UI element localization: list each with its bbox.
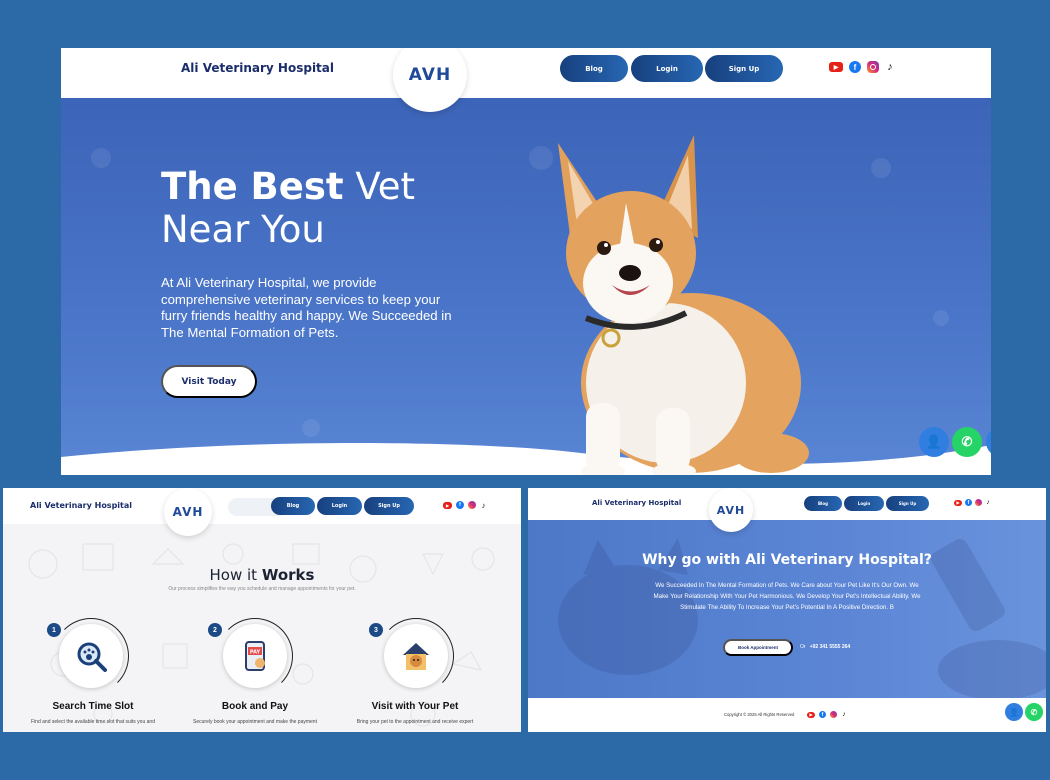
logo-text: AVH bbox=[716, 503, 746, 517]
step-title: Book and Pay bbox=[221, 701, 289, 712]
signup-button[interactable]: Sign Up bbox=[705, 55, 783, 82]
signup-button[interactable]: Sign Up bbox=[364, 497, 414, 515]
whatsapp-float-button[interactable]: ✆ bbox=[952, 427, 982, 457]
works-title: How it Works bbox=[3, 566, 521, 584]
footer-social-links: ▶ f ♪ bbox=[807, 711, 847, 718]
youtube-icon[interactable]: ▶ bbox=[954, 499, 962, 506]
step-number: 2 bbox=[208, 623, 222, 637]
logo-text: AVH bbox=[408, 65, 452, 85]
hero-title-light-2: Near You bbox=[161, 208, 325, 251]
social-links: ▶ f ♪ bbox=[954, 499, 991, 506]
works-subtitle: Our process simplifies the way you sched… bbox=[168, 586, 356, 592]
youtube-icon[interactable]: ▶ bbox=[443, 501, 452, 509]
why-description: We Succeeded In The Mental Formation of … bbox=[653, 582, 921, 611]
step-title: Visit with Your Pet bbox=[371, 701, 459, 712]
login-button[interactable]: Login bbox=[317, 497, 362, 515]
login-button[interactable]: Login bbox=[631, 55, 703, 82]
or-label: Or bbox=[800, 644, 806, 650]
contact-phone: Or +92 341 5555 264 bbox=[800, 644, 850, 650]
signup-button[interactable]: Sign Up bbox=[886, 496, 929, 511]
facebook-icon[interactable]: f bbox=[849, 61, 861, 73]
add-user-float-button[interactable]: 👤 bbox=[1005, 703, 1023, 721]
brand-name[interactable]: Ali Veterinary Hospital bbox=[181, 61, 334, 75]
pay-phone-icon: PAY bbox=[245, 641, 265, 671]
login-button[interactable]: Login bbox=[844, 496, 884, 511]
social-links: ▶ f ♪ bbox=[829, 61, 895, 73]
step-title: Search Time Slot bbox=[52, 701, 134, 712]
youtube-icon[interactable]: ▶ bbox=[829, 62, 843, 72]
blog-button[interactable]: Blog bbox=[804, 496, 842, 511]
visit-today-button[interactable]: Visit Today bbox=[161, 365, 257, 398]
works-title-bold: Works bbox=[261, 566, 315, 584]
step-description: Find and select the available time slot … bbox=[31, 719, 155, 725]
youtube-icon[interactable]: ▶ bbox=[807, 711, 815, 718]
step-description: Bring your pet to the appointment and re… bbox=[356, 719, 474, 725]
phone-number[interactable]: +92 341 5555 264 bbox=[810, 644, 850, 650]
tiktok-icon[interactable]: ♪ bbox=[985, 499, 991, 506]
logo[interactable]: AVH bbox=[709, 488, 753, 532]
step-description: Securely book your appointment and make … bbox=[193, 719, 317, 725]
step-circle bbox=[59, 624, 123, 688]
tiktok-icon[interactable]: ♪ bbox=[841, 711, 847, 718]
instagram-icon[interactable] bbox=[468, 501, 476, 509]
why-choose-us-screenshot: Ali Veterinary Hospital Blog Login Sign … bbox=[528, 488, 1046, 732]
how-it-works-screenshot: Ali Veterinary Hospital Blog Login Sign … bbox=[3, 488, 521, 732]
instagram-icon[interactable] bbox=[975, 499, 982, 506]
blog-button[interactable]: Blog bbox=[271, 497, 315, 515]
instagram-icon[interactable] bbox=[830, 711, 837, 718]
top-navbar: Ali Veterinary Hospital Blog Login Sign … bbox=[61, 48, 991, 98]
copyright-text: Copyright © 2025 All Rights Reserved bbox=[724, 712, 795, 717]
facebook-icon[interactable]: f bbox=[456, 501, 464, 509]
brand-name[interactable]: Ali Veterinary Hospital bbox=[30, 501, 132, 510]
hero-screenshot: Ali Veterinary Hospital Blog Login Sign … bbox=[61, 48, 991, 475]
add-user-float-button[interactable]: 👤 bbox=[919, 427, 949, 457]
works-navbar: Ali Veterinary Hospital Blog Login Sign … bbox=[3, 488, 521, 524]
footer: Copyright © 2025 All Rights Reserved ▶ f… bbox=[528, 698, 1046, 732]
hero-description: At Ali Veterinary Hospital, we provide c… bbox=[161, 275, 452, 340]
step-number: 3 bbox=[369, 623, 383, 637]
corgi-image bbox=[558, 135, 809, 475]
hero-title: The Best Vet Near You bbox=[161, 165, 415, 251]
book-appointment-button[interactable]: Book Appointment bbox=[723, 639, 793, 656]
blog-button[interactable]: Blog bbox=[560, 55, 628, 82]
search-paw-icon bbox=[77, 642, 107, 672]
hero-title-light-1: Vet bbox=[355, 165, 416, 208]
brand-name[interactable]: Ali Veterinary Hospital bbox=[592, 499, 681, 507]
step-circle bbox=[384, 624, 448, 688]
hero-title-bold: The Best bbox=[161, 165, 344, 208]
social-links: ▶ f ♪ bbox=[443, 501, 487, 510]
tiktok-icon[interactable]: ♪ bbox=[885, 61, 895, 73]
logo[interactable]: AVH bbox=[164, 488, 212, 536]
works-title-light: How it bbox=[209, 566, 258, 584]
why-title: Why go with Ali Veterinary Hospital? bbox=[642, 552, 932, 568]
tiktok-icon[interactable]: ♪ bbox=[480, 501, 487, 510]
svg-text:PAY: PAY bbox=[250, 650, 261, 656]
why-navbar: Ali Veterinary Hospital Blog Login Sign … bbox=[528, 488, 1046, 520]
facebook-icon[interactable]: f bbox=[819, 711, 826, 718]
whatsapp-float-button[interactable]: ✆ bbox=[1025, 703, 1043, 721]
step-circle: PAY bbox=[223, 624, 287, 688]
logo-text: AVH bbox=[172, 505, 204, 519]
facebook-icon[interactable]: f bbox=[965, 499, 972, 506]
step-number: 1 bbox=[47, 623, 61, 637]
instagram-icon[interactable] bbox=[867, 61, 879, 73]
pet-house-icon bbox=[403, 643, 429, 670]
